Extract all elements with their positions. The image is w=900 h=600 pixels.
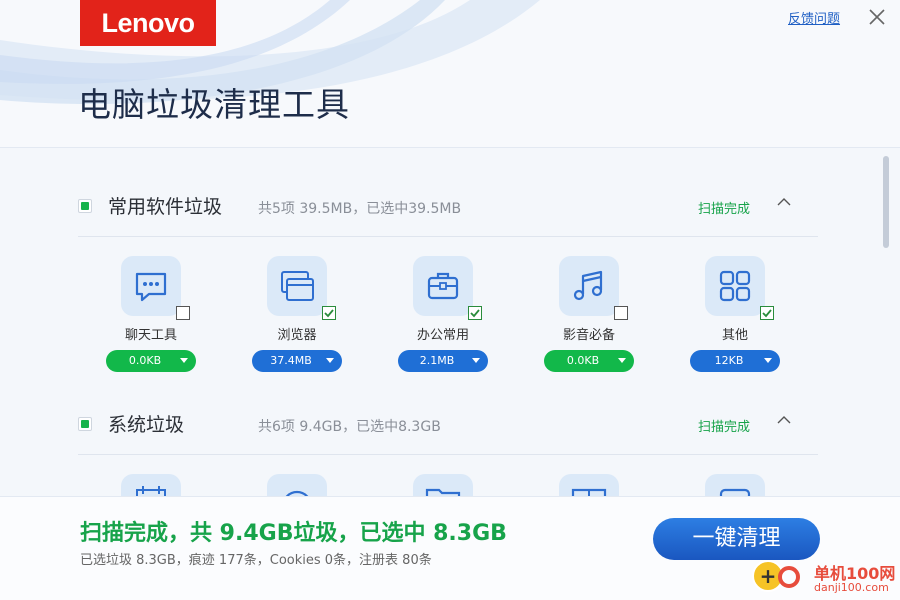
circle-icon: [285, 490, 309, 496]
category-icon-tile[interactable]: [705, 474, 765, 496]
category-checkbox[interactable]: [468, 306, 482, 320]
chat-bubble-icon: [135, 272, 167, 302]
category-checkbox[interactable]: [614, 306, 628, 320]
category-label: 影音必备: [562, 328, 615, 343]
category-icon-tile[interactable]: [121, 256, 181, 316]
folder-icon: [425, 488, 461, 496]
category-size: 0.0KB: [128, 354, 162, 367]
caret-down-icon: [472, 358, 480, 363]
category-label: 聊天工具: [124, 328, 177, 343]
category-label: 浏览器: [277, 328, 317, 343]
category-checkbox[interactable]: [176, 306, 190, 320]
scan-detail: 已选垃圾 8.3GB，痕迹 177条，Cookies 0条，注册表 80条: [80, 553, 432, 568]
category-icon-tile[interactable]: [559, 256, 619, 316]
category-size-dropdown[interactable]: 0.0KB: [106, 350, 196, 372]
monitor-icon: [571, 488, 607, 496]
one-click-clean-button[interactable]: 一键清理: [653, 518, 820, 560]
close-icon[interactable]: [866, 6, 888, 28]
section-status: 扫描完成: [698, 420, 751, 435]
category-checkbox[interactable]: [760, 306, 774, 320]
section-info: 共6项 9.4GB，已选中8.3GB: [258, 419, 441, 435]
section-status: 扫描完成: [698, 202, 751, 217]
section-title: 系统垃圾: [108, 414, 185, 436]
caret-down-icon: [618, 358, 626, 363]
header: Lenovo 反馈问题 电脑垃圾清理工具: [0, 0, 900, 148]
category-label: 其他: [721, 328, 748, 343]
category-label: 办公常用: [416, 328, 469, 343]
category-icon-tile[interactable]: [267, 474, 327, 496]
checkmark-icon: [324, 309, 334, 318]
checkmark-icon: [470, 309, 480, 318]
section-checkbox-system[interactable]: [78, 417, 92, 431]
app-title: 电脑垃圾清理工具: [78, 85, 350, 124]
lenovo-logo: Lenovo: [80, 0, 216, 46]
chevron-up-icon[interactable]: [776, 194, 792, 210]
section-divider: [78, 454, 818, 455]
watermark-text-en: danji100.com: [814, 581, 889, 594]
category-checkbox[interactable]: [322, 306, 336, 320]
caret-down-icon: [764, 358, 772, 363]
category-size: 12KB: [714, 354, 744, 367]
section-checkbox-software[interactable]: [78, 199, 92, 213]
chevron-up-icon[interactable]: [776, 412, 792, 428]
category-icon-tile[interactable]: [413, 474, 473, 496]
site-watermark: 单机100网 danji100.com: [752, 558, 900, 600]
category-size-dropdown[interactable]: 2.1MB: [398, 350, 488, 372]
section-title: 常用软件垃圾: [108, 196, 223, 218]
watermark-ring-icon: [778, 566, 800, 588]
section-divider: [78, 236, 818, 237]
briefcase-icon: [427, 272, 459, 300]
category-office[interactable]: 办公常用 2.1MB: [378, 256, 508, 376]
scan-results-panel: 常用软件垃圾 共5项 39.5MB，已选中39.5MB 扫描完成 聊天工具 0.…: [0, 148, 900, 496]
vertical-scrollbar[interactable]: [883, 156, 889, 248]
grid-apps-icon: [719, 270, 751, 302]
section-info: 共5项 39.5MB，已选中39.5MB: [258, 201, 462, 217]
scan-summary: 扫描完成，共 9.4GB垃圾，已选中 8.3GB: [80, 521, 507, 546]
category-icon-tile[interactable]: [413, 256, 473, 316]
category-icon-tile[interactable]: [267, 256, 327, 316]
category-size-dropdown[interactable]: 0.0KB: [544, 350, 634, 372]
window-icon: [719, 488, 751, 496]
category-size: 37.4MB: [270, 354, 312, 367]
caret-down-icon: [180, 358, 188, 363]
category-other[interactable]: 其他 12KB: [670, 256, 800, 376]
category-icon-tile[interactable]: [705, 256, 765, 316]
browser-windows-icon: [281, 271, 314, 301]
category-size-dropdown[interactable]: 12KB: [690, 350, 780, 372]
category-browser[interactable]: 浏览器 37.4MB: [232, 256, 362, 376]
category-icon-tile[interactable]: [121, 474, 181, 496]
category-icon-tile[interactable]: [559, 474, 619, 496]
caret-down-icon: [326, 358, 334, 363]
section-header-system: 系统垃圾 共6项 9.4GB，已选中8.3GB 扫描完成: [78, 408, 818, 438]
calendar-icon: [136, 486, 166, 496]
section-header-software: 常用软件垃圾 共5项 39.5MB，已选中39.5MB 扫描完成: [78, 190, 818, 220]
category-chat-tools[interactable]: 聊天工具 0.0KB: [86, 256, 216, 376]
music-note-icon: [573, 270, 603, 301]
category-size: 2.1MB: [419, 354, 455, 367]
feedback-link[interactable]: 反馈问题: [788, 8, 840, 27]
category-media[interactable]: 影音必备 0.0KB: [524, 256, 654, 376]
category-size-dropdown[interactable]: 37.4MB: [252, 350, 342, 372]
checkmark-icon: [762, 309, 772, 318]
category-size: 0.0KB: [566, 354, 600, 367]
